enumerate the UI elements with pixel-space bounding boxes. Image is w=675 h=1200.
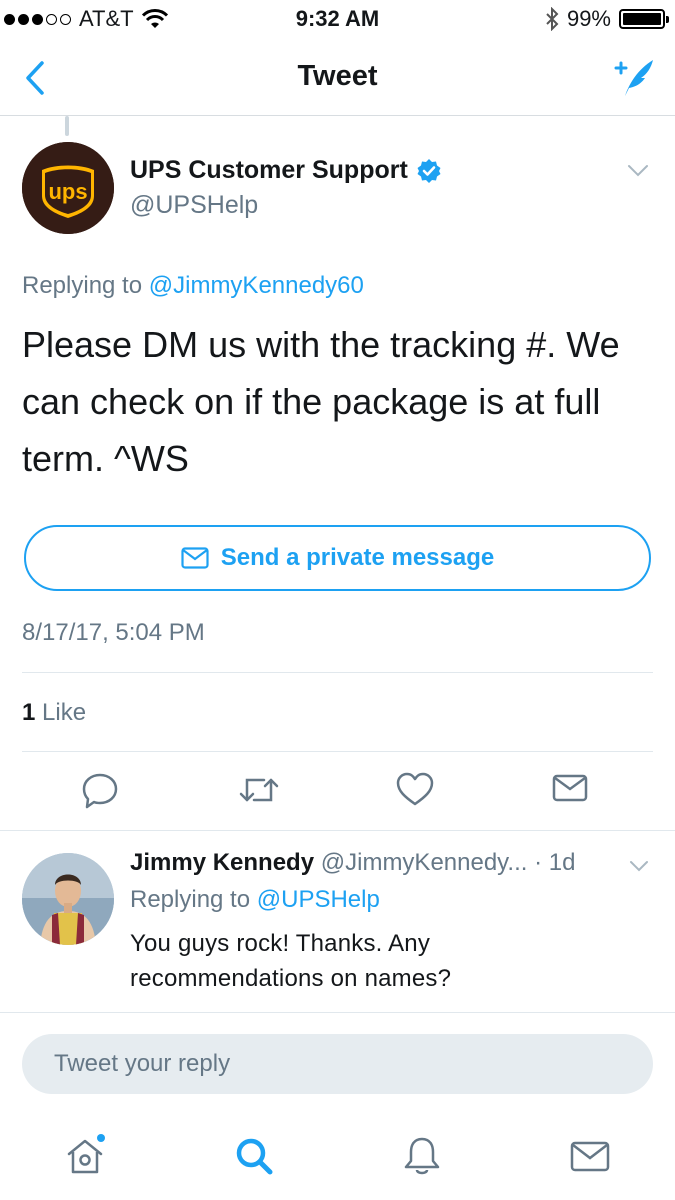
avatar[interactable]: ups <box>22 142 114 234</box>
battery-percent: 99% <box>566 6 611 31</box>
reply-replying-prefix: Replying to <box>130 886 251 913</box>
reply-author-handle: @JimmyKennedy... <box>320 849 528 876</box>
divider <box>22 751 653 752</box>
reply-input[interactable]: Tweet your reply <box>22 1034 653 1094</box>
reply-author-name: Jimmy Kennedy <box>130 849 315 876</box>
thread-connector <box>65 116 69 136</box>
chevron-down-icon[interactable] <box>627 164 649 178</box>
svg-text:ups: ups <box>48 179 87 204</box>
status-right: 99% <box>545 6 669 32</box>
navigation-bar: Tweet <box>0 40 675 116</box>
like-count-value: 1 <box>22 699 36 726</box>
reply-icon[interactable] <box>80 770 120 810</box>
author-handle: @UPSHelp <box>130 191 259 219</box>
status-bar: AT&T 9:32 AM 99% <box>0 0 675 40</box>
tweet-timestamp: 8/17/17, 5:04 PM <box>22 619 205 646</box>
dm-button-label: Send a private message <box>220 544 495 571</box>
tweet-actions <box>0 770 675 814</box>
tweet-author[interactable]: UPS Customer Support @UPSHelp <box>130 156 442 220</box>
divider <box>0 830 675 831</box>
retweet-icon[interactable] <box>238 770 280 810</box>
mention-link[interactable]: @UPSHelp <box>257 886 380 913</box>
page-title: Tweet <box>297 60 378 92</box>
battery-icon <box>619 9 669 29</box>
author-name-row: UPS Customer Support <box>130 156 442 185</box>
compose-icon[interactable] <box>611 54 657 98</box>
reply-text: You guys rock! Thanks. Any recommendatio… <box>130 930 452 992</box>
likes-count[interactable]: 1 Like <box>22 699 86 727</box>
mention-link[interactable]: @JimmyKennedy60 <box>149 272 364 299</box>
like-count-label: Like <box>42 699 87 726</box>
heart-icon[interactable] <box>395 770 435 810</box>
tweet-text: Please DM us with the tracking #. We can… <box>22 324 620 479</box>
mail-icon <box>181 547 209 569</box>
home-icon[interactable] <box>64 1134 108 1178</box>
divider <box>22 672 653 673</box>
profile-photo-icon <box>22 853 114 945</box>
bluetooth-icon <box>545 7 559 31</box>
avatar[interactable] <box>22 853 114 945</box>
reply-time: · 1d <box>534 849 576 876</box>
replying-prefix: Replying to <box>22 272 143 299</box>
ups-logo-icon: ups <box>22 142 114 234</box>
search-icon[interactable] <box>232 1134 276 1178</box>
send-private-message-button[interactable]: Send a private message <box>24 525 651 591</box>
reply-replying-to: Replying to @UPSHelp <box>130 886 380 914</box>
divider <box>0 1012 675 1013</box>
verified-badge-icon <box>416 158 442 184</box>
messages-icon[interactable] <box>568 1134 612 1178</box>
tab-bar <box>0 1118 675 1200</box>
replying-to: Replying to @JimmyKennedy60 <box>22 272 364 300</box>
chevron-down-icon[interactable] <box>629 860 649 873</box>
author-name: UPS Customer Support <box>130 156 408 184</box>
reply-header[interactable]: Jimmy Kennedy @JimmyKennedy... · 1d <box>130 849 575 877</box>
mail-icon[interactable] <box>552 770 592 810</box>
notifications-icon[interactable] <box>400 1134 444 1178</box>
